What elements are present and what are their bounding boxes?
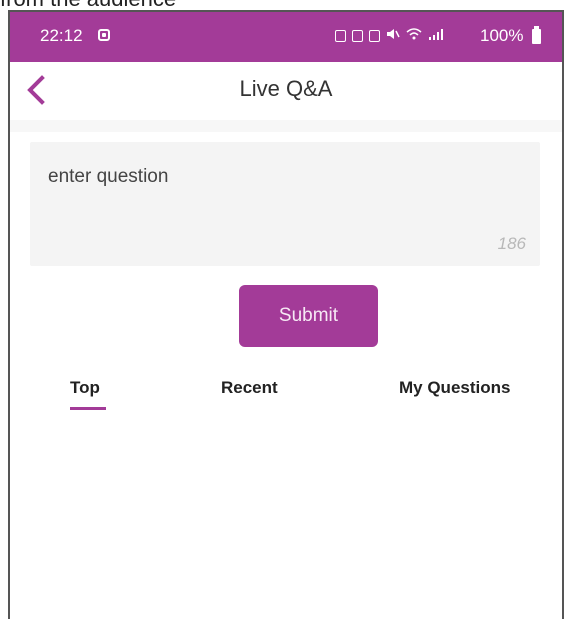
page-title: Live Q&A: [239, 76, 333, 101]
status-bar: 22:12 100%: [10, 12, 562, 62]
tab-my-questions[interactable]: My Questions: [399, 378, 510, 398]
status-icons: [335, 28, 444, 43]
main-content: 186 Submit Top Recent My Questions: [10, 120, 562, 619]
battery-percentage: 100%: [480, 26, 524, 45]
alarm-icon: [335, 29, 346, 42]
nfc-icon: [352, 29, 363, 42]
question-field-container[interactable]: 186: [30, 142, 540, 266]
notification-icon: [98, 29, 110, 41]
tab-selected-indicator: [70, 407, 106, 410]
caption-text: from the audience: [0, 0, 176, 11]
wifi-icon: [406, 28, 422, 43]
mute-icon: [386, 28, 400, 43]
tab-bar: Top Recent My Questions: [10, 378, 562, 418]
app-bar: Live Q&A: [10, 62, 562, 120]
character-count: 186: [497, 234, 526, 253]
submit-button[interactable]: Submit: [239, 285, 378, 347]
question-input[interactable]: [48, 162, 518, 192]
tab-top[interactable]: Top: [70, 378, 100, 398]
vibrate-icon: [369, 29, 380, 42]
tab-recent[interactable]: Recent: [221, 378, 278, 398]
battery-icon: [532, 26, 541, 44]
signal-icon: [428, 28, 444, 43]
divider: [10, 120, 562, 132]
status-time: 22:12: [40, 26, 83, 45]
phone-screen: 22:12 100% Live Q&A enter question 186 S…: [8, 10, 564, 619]
